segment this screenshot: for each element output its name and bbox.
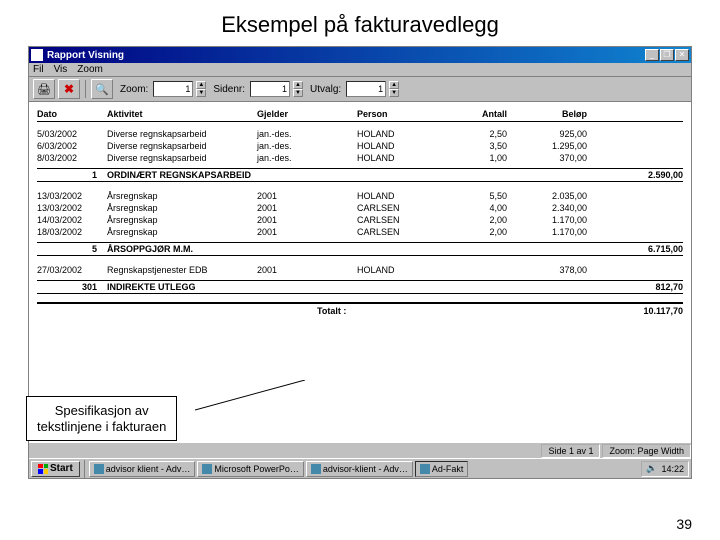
app-icon <box>31 49 43 61</box>
separator <box>84 460 85 478</box>
sidenr-spinner[interactable]: ▲▼ <box>293 81 303 97</box>
maximize-button[interactable]: ❐ <box>660 49 674 61</box>
table-row: 6/03/2002Diverse regnskapsarbeidjan.-des… <box>37 140 683 152</box>
slide-number: 39 <box>676 516 692 532</box>
menu-zoom[interactable]: Zoom <box>77 64 103 75</box>
total-label: Totalt : <box>317 306 346 316</box>
callout-line2: tekstlinjene i fakturaen <box>37 419 166 435</box>
group-label: ORDINÆRT REGNSKAPSARBEID <box>107 170 357 180</box>
group-code: 1 <box>37 170 107 180</box>
subtotal-row: 1 ORDINÆRT REGNSKAPSARBEID 2.590,00 <box>37 168 683 182</box>
statusbar: Side 1 av 1 Zoom: Page Width <box>29 442 691 458</box>
group-code: 5 <box>37 244 107 254</box>
header-antall: Antall <box>447 109 507 119</box>
slide-title: Eksempel på fakturavedlegg <box>0 0 720 46</box>
sidenr-input[interactable] <box>250 81 290 97</box>
zoom-spinner[interactable]: ▲▼ <box>196 81 206 97</box>
x-icon: ✖ <box>64 82 74 96</box>
zoom-button[interactable] <box>91 79 113 99</box>
utvalg-label: Utvalg: <box>310 84 341 95</box>
minimize-button[interactable]: _ <box>645 49 659 61</box>
start-label: Start <box>50 463 73 474</box>
start-button[interactable]: Start <box>31 461 80 477</box>
menubar: Fil Vis Zoom <box>29 63 691 77</box>
cancel-button[interactable]: ✖ <box>58 79 80 99</box>
zoom-input[interactable] <box>153 81 193 97</box>
taskbar: Start advisor klient - Adv…Microsoft Pow… <box>29 458 691 478</box>
clock: 14:22 <box>661 464 684 474</box>
print-button[interactable] <box>33 79 55 99</box>
table-row: 5/03/2002Diverse regnskapsarbeidjan.-des… <box>37 128 683 140</box>
group-label: INDIREKTE UTLEGG <box>107 282 357 292</box>
taskbar-task[interactable]: Microsoft PowerPo… <box>197 461 304 477</box>
task-icon <box>94 464 104 474</box>
taskbar-task[interactable]: advisor-klient - Adv… <box>306 461 413 477</box>
task-icon <box>420 464 430 474</box>
group-code: 301 <box>37 282 107 292</box>
windows-icon <box>38 464 48 474</box>
column-headers: Dato Aktivitet Gjelder Person Antall Bel… <box>37 109 683 122</box>
menu-fil[interactable]: Fil <box>33 64 44 75</box>
table-row: 14/03/2002Årsregnskap2001CARLSEN2,001.17… <box>37 214 683 226</box>
table-row: 13/03/2002Årsregnskap2001HOLAND5,502.035… <box>37 190 683 202</box>
header-gjelder: Gjelder <box>257 109 357 119</box>
header-dato: Dato <box>37 109 107 119</box>
menu-vis[interactable]: Vis <box>54 64 68 75</box>
total-value: 10.117,70 <box>603 306 683 316</box>
callout-box: Spesifikasjon av tekstlinjene i fakturae… <box>26 396 177 441</box>
table-row: 13/03/2002Årsregnskap2001CARLSEN4,002.34… <box>37 202 683 214</box>
separator <box>85 80 86 98</box>
callout-line1: Spesifikasjon av <box>37 403 166 419</box>
task-icon <box>311 464 321 474</box>
taskbar-task[interactable]: Ad-Fakt <box>415 461 469 477</box>
table-row: 18/03/2002Årsregnskap2001CARLSEN2,001.17… <box>37 226 683 238</box>
system-tray: 🔊 14:22 <box>641 461 689 477</box>
table-row: 27/03/2002Regnskapstjenester EDB2001HOLA… <box>37 264 683 276</box>
close-button[interactable]: ✕ <box>675 49 689 61</box>
window-title: Rapport Visning <box>47 50 645 61</box>
header-belop: Beløp <box>507 109 587 119</box>
taskbar-task[interactable]: advisor klient - Adv… <box>89 461 196 477</box>
titlebar: Rapport Visning _ ❐ ✕ <box>29 47 691 63</box>
subtotal-row: 301 INDIREKTE UTLEGG 812,70 <box>37 280 683 294</box>
sidenr-label: Sidenr: <box>213 84 245 95</box>
header-aktivitet: Aktivitet <box>107 109 257 119</box>
task-icon <box>202 464 212 474</box>
group-label: ÅRSOPPGJØR M.M. <box>107 244 357 254</box>
total-row: Totalt : 10.117,70 <box>37 302 683 316</box>
report-viewer[interactable]: Dato Aktivitet Gjelder Person Antall Bel… <box>29 102 691 442</box>
utvalg-input[interactable] <box>346 81 386 97</box>
group-sum: 812,70 <box>603 282 683 292</box>
zoom-label: Zoom: <box>120 84 148 95</box>
status-page: Side 1 av 1 <box>541 444 600 458</box>
toolbar: ✖ Zoom: ▲▼ Sidenr: ▲▼ Utvalg: ▲▼ <box>29 77 691 102</box>
subtotal-row: 5 ÅRSOPPGJØR M.M. 6.715,00 <box>37 242 683 256</box>
utvalg-spinner[interactable]: ▲▼ <box>389 81 399 97</box>
tray-icon: 🔊 <box>646 463 657 474</box>
table-row: 8/03/2002Diverse regnskapsarbeidjan.-des… <box>37 152 683 164</box>
group-sum: 2.590,00 <box>603 170 683 180</box>
status-zoom: Zoom: Page Width <box>602 444 691 458</box>
header-person: Person <box>357 109 447 119</box>
group-sum: 6.715,00 <box>603 244 683 254</box>
